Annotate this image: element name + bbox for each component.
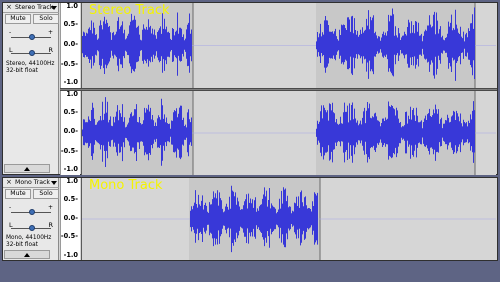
solo-button[interactable]: Solo xyxy=(33,189,59,199)
ruler-tick: 1.0 xyxy=(66,177,78,185)
ruler-tick: -1.0 xyxy=(63,78,78,86)
track-bit-depth-info: 32-bit float xyxy=(6,68,38,74)
pan-slider[interactable]: L R xyxy=(9,46,53,58)
waveform-mono-channel[interactable]: Mono Track xyxy=(81,178,496,260)
ruler-tick: 0.5- xyxy=(63,195,78,203)
track-header: × Mono Track xyxy=(3,178,59,188)
ruler-tick: 0.0- xyxy=(63,127,78,135)
collapse-track-button[interactable] xyxy=(4,164,50,173)
ruler-tick: -1.0 xyxy=(63,251,78,259)
track-format-info: Stereo, 44100Hz xyxy=(6,61,55,67)
ruler-tick: 1.0 xyxy=(66,2,78,10)
ruler-tick: 0.5- xyxy=(63,20,78,28)
waveform-display xyxy=(82,3,496,88)
solo-button[interactable]: Solo xyxy=(33,14,59,24)
track-name-button[interactable]: Mono Track xyxy=(15,178,50,187)
track-menu-dropdown-icon[interactable] xyxy=(51,181,57,185)
ruler-tick: 0.0- xyxy=(63,214,78,222)
ruler-tick: -1.0 xyxy=(63,165,78,173)
collapse-track-button[interactable] xyxy=(4,250,50,259)
track-menu-dropdown-icon[interactable] xyxy=(51,6,57,10)
gain-minus-label: - xyxy=(9,204,12,211)
track-control-panel: × Mono Track Mute Solo - + L R Mono, 441… xyxy=(3,178,59,260)
vertical-ruler: 1.0 0.5- 0.0- -0.5- -1.0 xyxy=(60,178,80,260)
gain-slider[interactable]: - + xyxy=(9,204,53,217)
track-format-info: Mono, 44100Hz xyxy=(6,235,52,241)
track-name-button[interactable]: Stereo Track xyxy=(15,3,53,12)
gain-slider[interactable]: - + xyxy=(9,29,53,42)
ruler-tick: -0.5- xyxy=(60,232,78,240)
track-header: × Stereo Track xyxy=(3,3,59,13)
ruler-tick: -0.5- xyxy=(60,147,78,155)
gain-slider-thumb[interactable] xyxy=(28,34,35,40)
pan-slider[interactable]: L R xyxy=(9,221,53,233)
track-bit-depth-info: 32-bit float xyxy=(6,242,38,248)
gain-slider-thumb[interactable] xyxy=(28,209,35,215)
ruler-tick: 0.0- xyxy=(63,40,78,48)
track-control-panel: × Stereo Track Mute Solo - + L R Stereo,… xyxy=(3,3,59,174)
waveform-right-channel[interactable] xyxy=(81,91,496,175)
gain-minus-label: - xyxy=(9,29,12,36)
ruler-tick: 0.5- xyxy=(63,108,78,116)
pan-slider-thumb[interactable] xyxy=(28,225,35,231)
stereo-track[interactable]: × Stereo Track Mute Solo - + L R Stereo,… xyxy=(2,2,498,175)
waveform-display xyxy=(82,91,496,175)
mono-track[interactable]: × Mono Track Mute Solo - + L R Mono, 441… xyxy=(2,177,498,261)
ruler-tick: -0.5- xyxy=(60,60,78,68)
vertical-ruler-left-channel: 1.0 0.5- 0.0- -0.5- -1.0 xyxy=(60,3,80,88)
vertical-ruler-right-channel: 1.0 0.5- 0.0- -0.5- -1.0 xyxy=(60,91,80,175)
gain-plus-label: + xyxy=(47,204,53,211)
close-track-icon[interactable]: × xyxy=(6,178,12,187)
ruler-tick: 1.0 xyxy=(66,90,78,98)
pan-slider-thumb[interactable] xyxy=(28,50,35,56)
mute-button[interactable]: Mute xyxy=(5,189,31,199)
waveform-display xyxy=(82,178,496,260)
mute-button[interactable]: Mute xyxy=(5,14,31,24)
waveform-left-channel[interactable]: Stereo Track xyxy=(81,3,496,88)
gain-plus-label: + xyxy=(47,29,53,36)
close-track-icon[interactable]: × xyxy=(6,3,12,12)
